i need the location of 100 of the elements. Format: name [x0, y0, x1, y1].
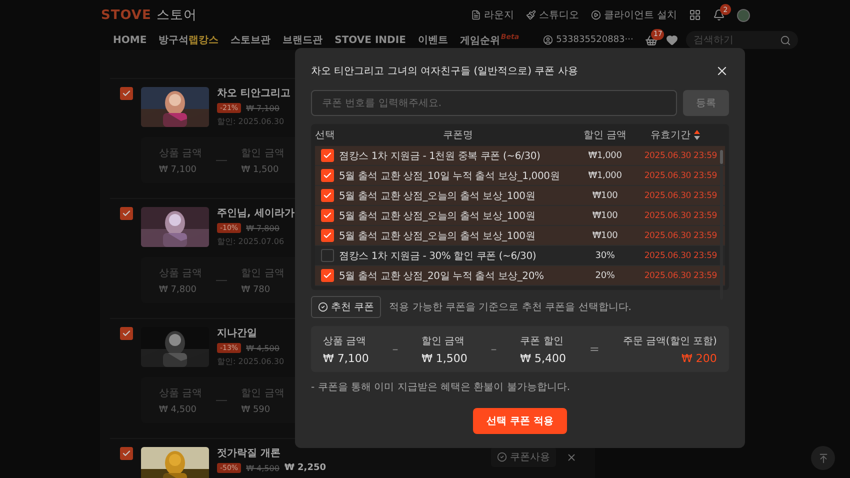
check-icon [322, 271, 332, 280]
check-icon [122, 449, 131, 458]
expiry-date: 2025.06.30 23:59 [643, 150, 717, 160]
recommend-coupon-button[interactable]: 추천 쿠폰 [311, 296, 382, 318]
apply-coupon-button[interactable]: 선택 쿠폰 적용 [472, 408, 568, 434]
coupon-name: 5월 출석 교환 상점_오늘의 출석 보상_100원 [339, 190, 536, 202]
operator-sign: = [589, 342, 600, 356]
summary-value: ₩ 4,500 [159, 404, 198, 414]
summary-value: ₩ 780 [241, 284, 272, 294]
header-link[interactable]: 클라이언트 설치 [590, 8, 677, 22]
item-checkbox[interactable] [120, 207, 133, 220]
user-icon [543, 35, 554, 45]
coupon-checkbox[interactable] [320, 229, 334, 242]
check-icon [322, 211, 332, 220]
summary-label: 상품 금액 [323, 334, 366, 348]
header-link[interactable]: 라운지 [470, 8, 514, 22]
coupon-name: 5월 출석 교환 상점_오늘의 출석 보상_100원 [339, 230, 536, 242]
column-header: 선택 [315, 129, 336, 142]
column-header: 쿠폰명 [442, 129, 474, 142]
grid-icon[interactable] [689, 9, 701, 21]
coupon-checkbox[interactable] [320, 149, 334, 162]
bell-icon[interactable] [713, 9, 725, 21]
summary-value: ₩ 1,500 [241, 164, 280, 174]
game-title: 지나간일 [217, 328, 258, 340]
expiry-date: 2025.06.30 23:59 [643, 270, 717, 280]
expiry-date: 2025.06.30 23:59 [643, 170, 717, 180]
summary-label: 주문 금액(할인 포함) [622, 334, 717, 348]
original-price: ₩ 4,500 [246, 344, 280, 352]
coupon-checkbox[interactable] [320, 209, 334, 222]
check-icon [322, 191, 332, 200]
refund-note: - 쿠폰을 통해 이미 지급받은 혜택은 환불이 불가능합니다. [311, 381, 572, 394]
check-icon [322, 151, 332, 160]
original-price: ₩ 7,800 [246, 224, 280, 232]
operator-sign: – [490, 342, 497, 356]
check-icon [122, 329, 131, 338]
summary-value: ₩ 7,100 [159, 164, 198, 174]
item-checkbox[interactable] [120, 87, 133, 100]
nav-link[interactable]: HOME [113, 34, 147, 46]
coupon-name: 5월 출석 교환 상점_오늘의 출석 보상_100원 [339, 210, 536, 222]
recommend-hint: 적용 가능한 쿠폰을 기준으로 추천 쿠폰을 선택합니다. [389, 301, 632, 314]
column-header: 할인 금액 [582, 129, 628, 142]
summary-label: 할인 금액 [422, 334, 465, 348]
discount-amount: 30% [594, 250, 616, 260]
nav-link[interactable]: 방구석랩캉스 [158, 33, 219, 47]
coupon-checkbox[interactable] [320, 189, 334, 202]
sale-date: 할인: 2025.06.30 [217, 356, 284, 367]
discount-amount: 20% [594, 270, 616, 280]
search-icon[interactable] [780, 35, 792, 46]
summary-label: 쿠폰 할인 [520, 334, 564, 348]
coupon-name: 5월 출석 교환 상점_20일 누적 출석 보상_20% [339, 270, 545, 282]
nav-link[interactable]: 게임순위$^{Beta}$ [460, 32, 520, 48]
summary-label: 할인 금액 [241, 386, 284, 400]
user-link[interactable]: 533835520883··· [543, 35, 634, 45]
summary-value: ₩ 1,500 [422, 352, 468, 364]
summary-label: 상품 금액 [159, 146, 202, 160]
arrow-up-icon [818, 452, 828, 464]
sale-price: ₩ 2,250 [284, 463, 326, 473]
item-checkbox[interactable] [120, 327, 133, 340]
coupon-code-field[interactable]: 쿠폰 번호를 입력해주세요. [311, 90, 677, 116]
operator-sign: – [392, 342, 398, 356]
close-button[interactable] [715, 64, 729, 78]
summary-value: ₩ 5,400 [520, 352, 566, 364]
discount-amount: ₩100 [591, 230, 619, 240]
coupon-name: 졈캉스 1차 지원금 - 1천원 중복 쿠폰 (~6/30) [339, 150, 542, 162]
game-title: 차오 티안그리고 [217, 88, 290, 100]
column-header[interactable]: 유효기간 [633, 128, 717, 142]
coupon-checkbox[interactable] [320, 169, 334, 182]
item-checkbox[interactable] [120, 447, 133, 460]
summary-value: ₩ 7,800 [159, 284, 198, 294]
coupon-checkbox[interactable] [320, 269, 334, 282]
use-coupon-button[interactable]: 쿠폰사용 [491, 447, 556, 467]
summary-label: 상품 금액 [159, 266, 202, 280]
check-circle-icon [497, 452, 507, 462]
coupon-checkbox[interactable] [320, 249, 334, 262]
store-logo[interactable]: STOVE 스토어 [101, 6, 197, 24]
scroll-top-button[interactable] [811, 446, 835, 470]
check-circle-icon [318, 302, 328, 312]
brush-icon [526, 10, 536, 20]
expiry-date: 2025.06.30 23:59 [643, 250, 717, 260]
discount-amount: ₩100 [591, 190, 619, 200]
discount-amount: ₩1,000 [587, 150, 623, 160]
game-title: 주인님, 세이라가 [217, 208, 294, 220]
avatar-icon[interactable] [737, 8, 750, 22]
summary-value: ₩ 7,100 [323, 352, 369, 364]
original-price: ₩ 4,500 [246, 464, 280, 472]
total-value: ₩ 200 [682, 352, 717, 364]
discount-amount: ₩100 [591, 210, 619, 220]
nav-link[interactable]: STOVE INDIE [334, 34, 406, 46]
coupon-name: 5월 출석 교환 상점_10일 누적 출석 보상_1,000원 [339, 170, 561, 182]
check-icon [122, 89, 131, 98]
summary-label: 상품 금액 [159, 386, 202, 400]
nav-link[interactable]: 이벤트 [418, 33, 448, 47]
nav-link[interactable]: 브랜드관 [282, 33, 323, 47]
original-price: ₩ 7,100 [246, 104, 280, 112]
nav-link[interactable]: 스토브관 [230, 33, 271, 47]
heart-icon[interactable] [666, 34, 678, 46]
summary-label: 할인 금액 [241, 146, 284, 160]
check-icon [322, 171, 332, 180]
sale-date: 할인: 2025.06.30 [217, 116, 286, 127]
header-link[interactable]: 스튜디오 [526, 8, 579, 22]
